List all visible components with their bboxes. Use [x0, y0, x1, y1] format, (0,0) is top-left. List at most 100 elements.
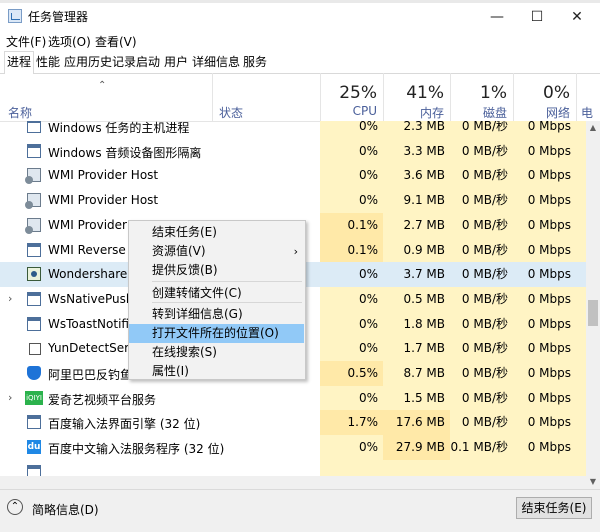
end-task-button[interactable]: 结束任务(E) [516, 497, 592, 519]
tab-details[interactable]: 详细信息 [190, 52, 242, 72]
window-icon [27, 242, 41, 257]
network-value: 0 Mbps [513, 385, 576, 411]
cpu-value: 0% [320, 336, 383, 362]
shield-icon [27, 366, 41, 380]
power-cell [576, 237, 586, 263]
network-value: 0 Mbps [513, 361, 576, 386]
cpu-value: 1.7% [320, 410, 383, 436]
scroll-down-icon[interactable]: ▼ [586, 475, 600, 489]
cpu-value: 0.1% [320, 237, 383, 263]
context-menu-item[interactable]: 结束任务(E) [129, 223, 304, 242]
horizontal-scrollbar[interactable] [0, 476, 586, 489]
table-row[interactable]: › iQIYI 爱奇艺视频平台服务 0% 1.5 MB 0 MB/秒 0 Mbps [0, 385, 586, 411]
network-value: 0 Mbps [513, 237, 576, 263]
power-cell [576, 361, 586, 386]
table-row[interactable]: Windows 音频设备图形隔离 0% 3.3 MB 0 MB/秒 0 Mbps [0, 138, 586, 164]
fewer-details-link[interactable]: 简略信息(D) [32, 501, 99, 518]
context-menu-separator [152, 302, 302, 303]
tab-app-history[interactable]: 应用历史记录 [62, 52, 138, 72]
network-value: 0 Mbps [513, 410, 576, 436]
column-status[interactable]: 状态 [212, 73, 320, 121]
disk-value: 0 MB/秒 [450, 336, 513, 362]
cpu-value: 0% [320, 385, 383, 411]
memory-value: 8.7 MB [383, 361, 450, 386]
table-row[interactable]: WMI Provider Host 0% 9.1 MB 0 MB/秒 0 Mbps [0, 188, 586, 214]
menu-file[interactable]: 文件(F) [6, 33, 46, 50]
column-network[interactable]: 0% 网络 [513, 73, 576, 121]
chevron-right-icon[interactable]: › [8, 391, 12, 404]
table-row[interactable]: Windows 任务的主机进程 0% 2.3 MB 0 MB/秒 0 Mbps [0, 121, 586, 139]
network-value: 0 Mbps [513, 163, 576, 189]
tab-processes[interactable]: 进程 [4, 51, 35, 74]
menu-view[interactable]: 查看(V) [95, 33, 137, 50]
close-button[interactable]: ✕ [557, 3, 597, 31]
service-icon [27, 121, 41, 133]
network-value: 0 Mbps [513, 212, 576, 238]
column-disk[interactable]: 1% 磁盘 [450, 73, 513, 121]
context-menu-item-label: 属性(I) [152, 364, 189, 378]
iqiyi-icon: iQIYI [25, 390, 43, 405]
disk-value: 0 MB/秒 [450, 286, 513, 312]
table-row[interactable] [0, 459, 586, 476]
memory-value: 1.8 MB [383, 311, 450, 337]
memory-value: 17.6 MB [383, 410, 450, 436]
power-cell [576, 188, 586, 214]
context-menu-item-label: 结束任务(E) [152, 225, 217, 239]
context-menu-item[interactable]: 资源值(V) › [129, 242, 304, 261]
scroll-up-icon[interactable]: ▲ [586, 121, 600, 135]
cpu-value: 0% [320, 138, 383, 164]
submenu-arrow-icon: › [293, 245, 298, 258]
tab-services[interactable]: 服务 [241, 52, 269, 72]
memory-total: 41% [406, 83, 444, 103]
tab-performance[interactable]: 性能 [34, 52, 62, 72]
context-menu-item[interactable]: 转到详细信息(G) [129, 305, 304, 324]
scrollbar-thumb[interactable] [588, 300, 598, 326]
table-row[interactable]: du 百度中文输入法服务程序 (32 位) 0% 27.9 MB 0.1 MB/秒 0 M… [0, 435, 586, 461]
minimize-button[interactable]: — [477, 3, 517, 31]
context-menu-item[interactable]: 创建转储文件(C) [129, 284, 304, 303]
power-cell [576, 286, 586, 312]
network-value: 0 Mbps [513, 138, 576, 164]
menu-options[interactable]: 选项(O) [48, 33, 91, 50]
power-cell [576, 311, 586, 337]
table-row[interactable]: 百度输入法界面引擎 (32 位) 1.7% 17.6 MB 0 MB/秒 0 Mbps [0, 410, 586, 436]
column-cpu[interactable]: 25% CPU [320, 73, 383, 121]
cpu-value: 0% [320, 163, 383, 189]
context-menu-item[interactable]: 提供反馈(B) [129, 261, 304, 280]
network-value: 0 Mbps [513, 311, 576, 337]
sort-ascending-icon: ⌃ [98, 80, 107, 91]
context-menu-item[interactable]: 打开文件所在的位置(O) [129, 324, 304, 343]
disk-value: 0 MB/秒 [450, 262, 513, 288]
maximize-button[interactable]: ☐ [517, 3, 557, 31]
disk-label: 磁盘 [482, 106, 507, 120]
gear-app-icon [25, 193, 41, 210]
context-menu-item-label: 转到详细信息(G) [152, 307, 243, 321]
memory-value: 0.9 MB [383, 237, 450, 263]
power-cell [576, 336, 586, 362]
table-row[interactable]: WMI Provider Host 0% 3.6 MB 0 MB/秒 0 Mbps [0, 163, 586, 189]
context-menu-item[interactable]: 在线搜索(S) [129, 343, 304, 362]
process-name: 百度输入法界面引擎 (32 位) [48, 417, 201, 432]
column-power[interactable]: 电 [576, 73, 600, 121]
chevron-up-icon[interactable]: ⌃ [7, 499, 23, 515]
column-memory[interactable]: 41% 内存 [383, 73, 450, 121]
tab-users[interactable]: 用户 [162, 52, 190, 72]
process-name: 阿里巴巴反钓鱼 [48, 368, 133, 382]
gear-app-icon [25, 217, 41, 234]
cpu-value [320, 459, 383, 476]
context-menu-item-label: 在线搜索(S) [152, 345, 217, 359]
power-cell [576, 410, 586, 436]
memory-value: 1.5 MB [383, 385, 450, 411]
tab-startup[interactable]: 启动 [134, 52, 162, 72]
yun-icon [27, 341, 41, 356]
cpu-value: 0.5% [320, 361, 383, 386]
cpu-value: 0% [320, 121, 383, 139]
power-cell [576, 262, 586, 288]
process-name: Windows 任务的主机进程 [48, 121, 190, 135]
disk-value: 0 MB/秒 [450, 361, 513, 386]
column-name[interactable]: 名称 [8, 104, 32, 121]
disk-value: 0 MB/秒 [450, 311, 513, 337]
column-status-label: 状态 [219, 106, 244, 120]
context-menu-item[interactable]: 属性(I) [129, 362, 304, 381]
chevron-right-icon[interactable]: › [8, 292, 12, 305]
